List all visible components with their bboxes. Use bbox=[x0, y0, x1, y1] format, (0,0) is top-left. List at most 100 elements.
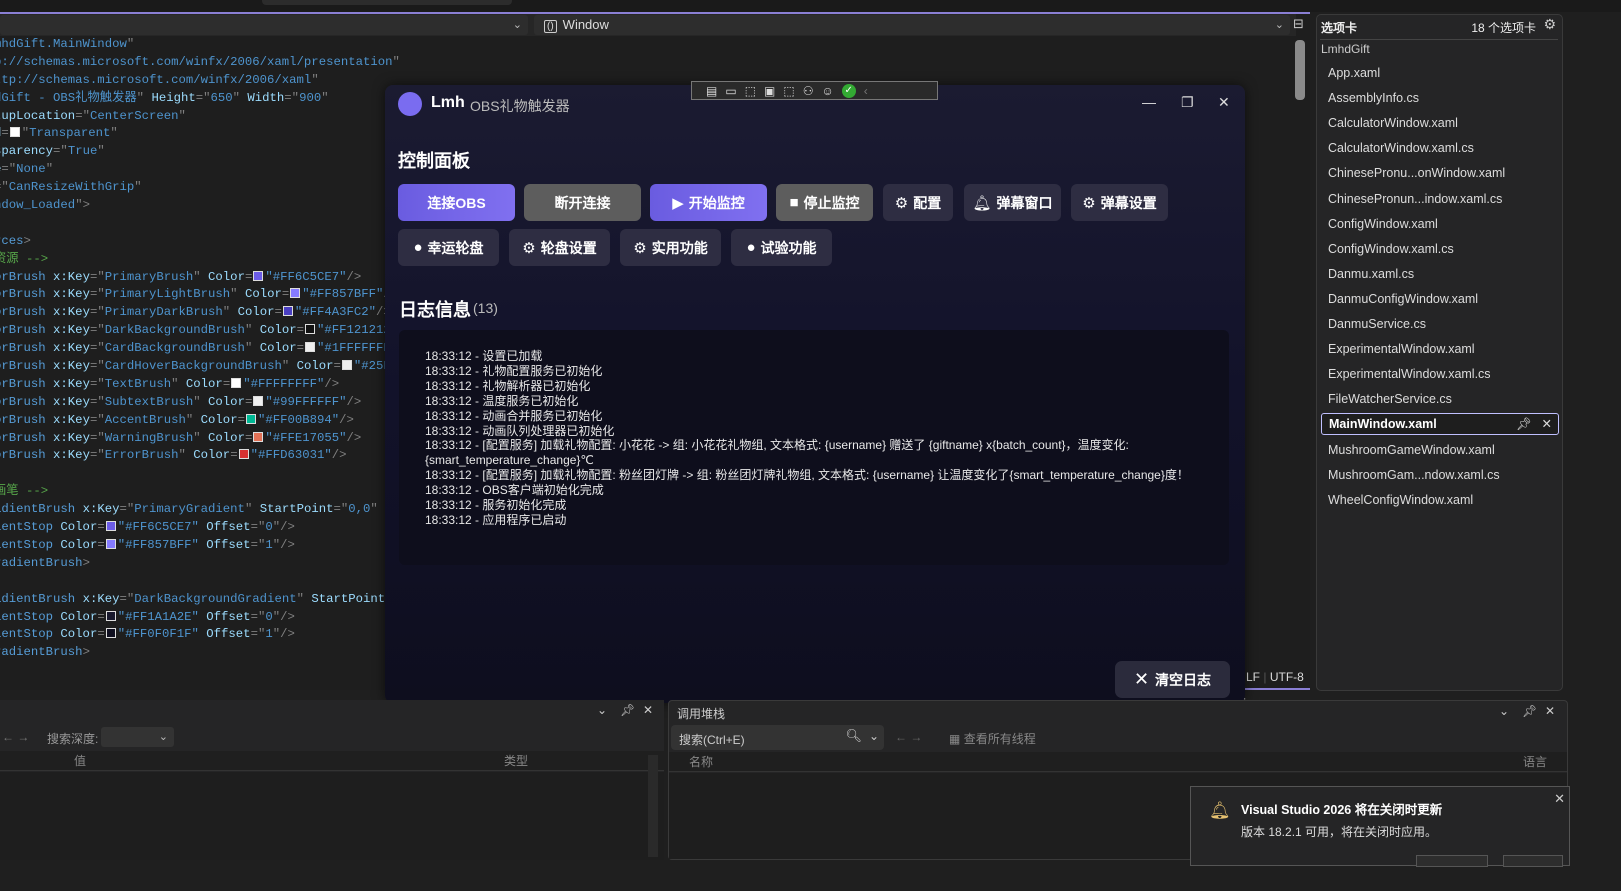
code-token: mhdGift.MainWindow bbox=[0, 37, 127, 51]
code-token: =" bbox=[89, 287, 105, 302]
nav-arrows-icon[interactable]: ← → bbox=[895, 730, 922, 744]
clear-log-button[interactable]: ✕ 清空日志 bbox=[1115, 661, 1230, 698]
button-row2-1[interactable]: ⚙ 轮盘设置 bbox=[509, 229, 610, 266]
tab-item[interactable]: ExperimentalWindow.xaml.cs bbox=[1321, 363, 1559, 385]
binding-icon[interactable]: ⚇ bbox=[803, 84, 814, 98]
col-value[interactable]: 值 bbox=[74, 751, 86, 771]
tab-item[interactable]: FileWatcherService.cs bbox=[1321, 388, 1559, 410]
button-5[interactable]: 🔔︎ 弹幕窗口 bbox=[964, 184, 1061, 221]
line-ending[interactable]: LF bbox=[1246, 670, 1260, 684]
tab-label: MushroomGam...ndow.xaml.cs bbox=[1328, 467, 1500, 482]
button-1[interactable]: 断开连接 bbox=[524, 184, 641, 221]
chevron-down-icon[interactable]: ⌄ bbox=[597, 703, 607, 717]
view-all-threads-button[interactable]: ▦ 查看所有线程 bbox=[949, 730, 1036, 747]
tab-item[interactable]: AssemblyInfo.cs bbox=[1321, 87, 1559, 109]
live-tree-icon[interactable]: ▤ bbox=[706, 84, 717, 98]
code-token: =" bbox=[250, 520, 266, 535]
code-token: Height bbox=[151, 90, 196, 105]
pin-icon[interactable]: 📌︎ bbox=[1522, 704, 1537, 718]
tab-item[interactable]: ConfigWindow.xaml bbox=[1321, 213, 1559, 235]
code-token: x:Key bbox=[53, 448, 90, 463]
check-icon[interactable]: ✓ bbox=[841, 83, 856, 98]
notification-button[interactable] bbox=[1503, 855, 1563, 867]
tab-item[interactable]: MushroomGam...ndow.xaml.cs bbox=[1321, 464, 1559, 486]
locals-body bbox=[0, 772, 664, 860]
tab-item[interactable]: CalculatorWindow.xaml bbox=[1321, 112, 1559, 134]
editor-scrollbar[interactable] bbox=[1295, 40, 1305, 100]
tab-item[interactable]: App.xaml bbox=[1321, 62, 1559, 84]
tab-count: 18 个选项卡 bbox=[1471, 21, 1536, 35]
tab-item[interactable]: ConfigWindow.xaml.cs bbox=[1321, 238, 1559, 260]
collapse-icon[interactable]: ‹ bbox=[864, 84, 868, 98]
col-name[interactable]: 名称 bbox=[689, 752, 713, 772]
code-token: Offset bbox=[206, 537, 251, 552]
call-stack-search[interactable]: 搜索(Ctrl+E) 🔍︎ ⌄ bbox=[671, 725, 884, 750]
button-0[interactable]: 连接OBS bbox=[398, 184, 515, 221]
code-token: DarkBackgroundBrush bbox=[104, 323, 245, 338]
select-element-icon[interactable]: ⬚ bbox=[745, 84, 756, 98]
accessibility-icon[interactable]: ☺ bbox=[821, 84, 833, 98]
camera-icon[interactable]: ▭ bbox=[725, 84, 736, 98]
document-tab[interactable] bbox=[262, 0, 512, 5]
button-row2-3[interactable]: ● 试验功能 bbox=[731, 229, 832, 266]
tab-label: FileWatcherService.cs bbox=[1328, 392, 1452, 407]
log-box[interactable]: 18:33:12 - 设置已加载 18:33:12 - 礼物配置服务已初始化 18:… bbox=[399, 330, 1229, 565]
tab-item[interactable]: DanmuService.cs bbox=[1321, 313, 1559, 335]
gear-icon[interactable]: ⚙ bbox=[1543, 16, 1556, 33]
maximize-icon[interactable]: ❐ bbox=[1181, 94, 1194, 111]
code-token: orBrush bbox=[0, 341, 46, 356]
tab-item[interactable]: ChinesePronu...onWindow.xaml bbox=[1321, 162, 1559, 184]
col-lang[interactable]: 语言 bbox=[1523, 752, 1547, 772]
close-icon[interactable]: ✕ bbox=[1218, 94, 1230, 111]
tab-item[interactable]: WheelConfigWindow.xaml bbox=[1321, 489, 1559, 511]
button-3[interactable]: ■ 停止监控 bbox=[776, 184, 873, 221]
close-icon[interactable]: ✕ bbox=[1545, 704, 1555, 718]
code-token: "#FF857BFF" bbox=[117, 537, 207, 552]
close-icon[interactable]: ✕ bbox=[643, 703, 653, 717]
title-strip bbox=[0, 0, 1621, 12]
code-token: " bbox=[45, 162, 54, 177]
button-6[interactable]: ⚙ 弹幕设置 bbox=[1071, 184, 1168, 221]
split-icon[interactable]: ⊟ bbox=[1293, 16, 1304, 32]
code-token: = bbox=[296, 341, 304, 356]
chevron-down-icon[interactable]: ⌄ bbox=[1499, 704, 1509, 718]
pin-icon[interactable]: 📌︎ bbox=[1516, 414, 1532, 434]
scrollbar[interactable] bbox=[648, 755, 658, 857]
tab-item[interactable]: MushroomGameWindow.xaml bbox=[1321, 439, 1559, 461]
close-icon[interactable]: ✕ bbox=[1542, 414, 1552, 434]
search-depth-label: 搜索深度: bbox=[47, 732, 99, 746]
tab-item[interactable]: DanmuConfigWindow.xaml bbox=[1321, 288, 1559, 310]
button-icon: ⚙ bbox=[1082, 194, 1096, 212]
tab-item[interactable]: ExperimentalWindow.xaml bbox=[1321, 338, 1559, 360]
button-2[interactable]: ▶ 开始监控 bbox=[650, 184, 767, 221]
search-depth-dropdown[interactable]: ⌄ bbox=[101, 727, 174, 747]
color-swatch bbox=[105, 610, 116, 621]
button-icon: ● bbox=[746, 239, 756, 256]
type-dropdown[interactable]: ⌄ bbox=[0, 15, 528, 35]
minimize-icon[interactable]: — bbox=[1142, 94, 1156, 110]
button-row2-2[interactable]: ⚙ 实用功能 bbox=[620, 229, 721, 266]
pin-icon[interactable]: 📌︎ bbox=[620, 703, 635, 717]
code-token: "#FF6C5CE7" bbox=[265, 269, 347, 284]
member-dropdown[interactable]: () Window ⌄ bbox=[534, 15, 1290, 35]
close-icon[interactable]: ✕ bbox=[1554, 791, 1565, 807]
code-token: =" bbox=[89, 448, 105, 463]
tab-item[interactable]: Danmu.xaml.cs bbox=[1321, 263, 1559, 285]
back-icon[interactable]: ← → bbox=[2, 730, 29, 744]
track-focus-icon[interactable]: ⬚ bbox=[783, 84, 794, 98]
log-line: 18:33:12 - 设置已加载 bbox=[425, 349, 543, 363]
log-line: 18:33:12 - [配置服务] 加载礼物配置: 小花花 -> 组: 小花花礼… bbox=[425, 438, 1129, 468]
tab-item[interactable]: ChinesePronun...indow.xaml.cs bbox=[1321, 188, 1559, 210]
col-type[interactable]: 类型 bbox=[504, 751, 528, 771]
button-row2-0[interactable]: ● 幸运轮盘 bbox=[398, 229, 499, 266]
encoding[interactable]: UTF-8 bbox=[1270, 670, 1304, 684]
tab-item[interactable]: CalculatorWindow.xaml.cs bbox=[1321, 137, 1559, 159]
app-window: Lmh OBS礼物触发器 — ❐ ✕ 控制面板 连接OBS 断开连接 ▶ 开始监控 ■ 停… bbox=[385, 85, 1245, 703]
code-token: " bbox=[296, 591, 312, 606]
notification-button[interactable] bbox=[1416, 855, 1488, 867]
code-token: =" bbox=[0, 180, 9, 195]
button-4[interactable]: ⚙ 配置 bbox=[883, 184, 953, 221]
adorner-icon[interactable]: ▣ bbox=[764, 84, 775, 98]
tab-item[interactable]: MainWindow.xaml 📌︎ ✕ bbox=[1321, 413, 1559, 436]
chevron-down-icon: ⌄ bbox=[1274, 19, 1284, 31]
